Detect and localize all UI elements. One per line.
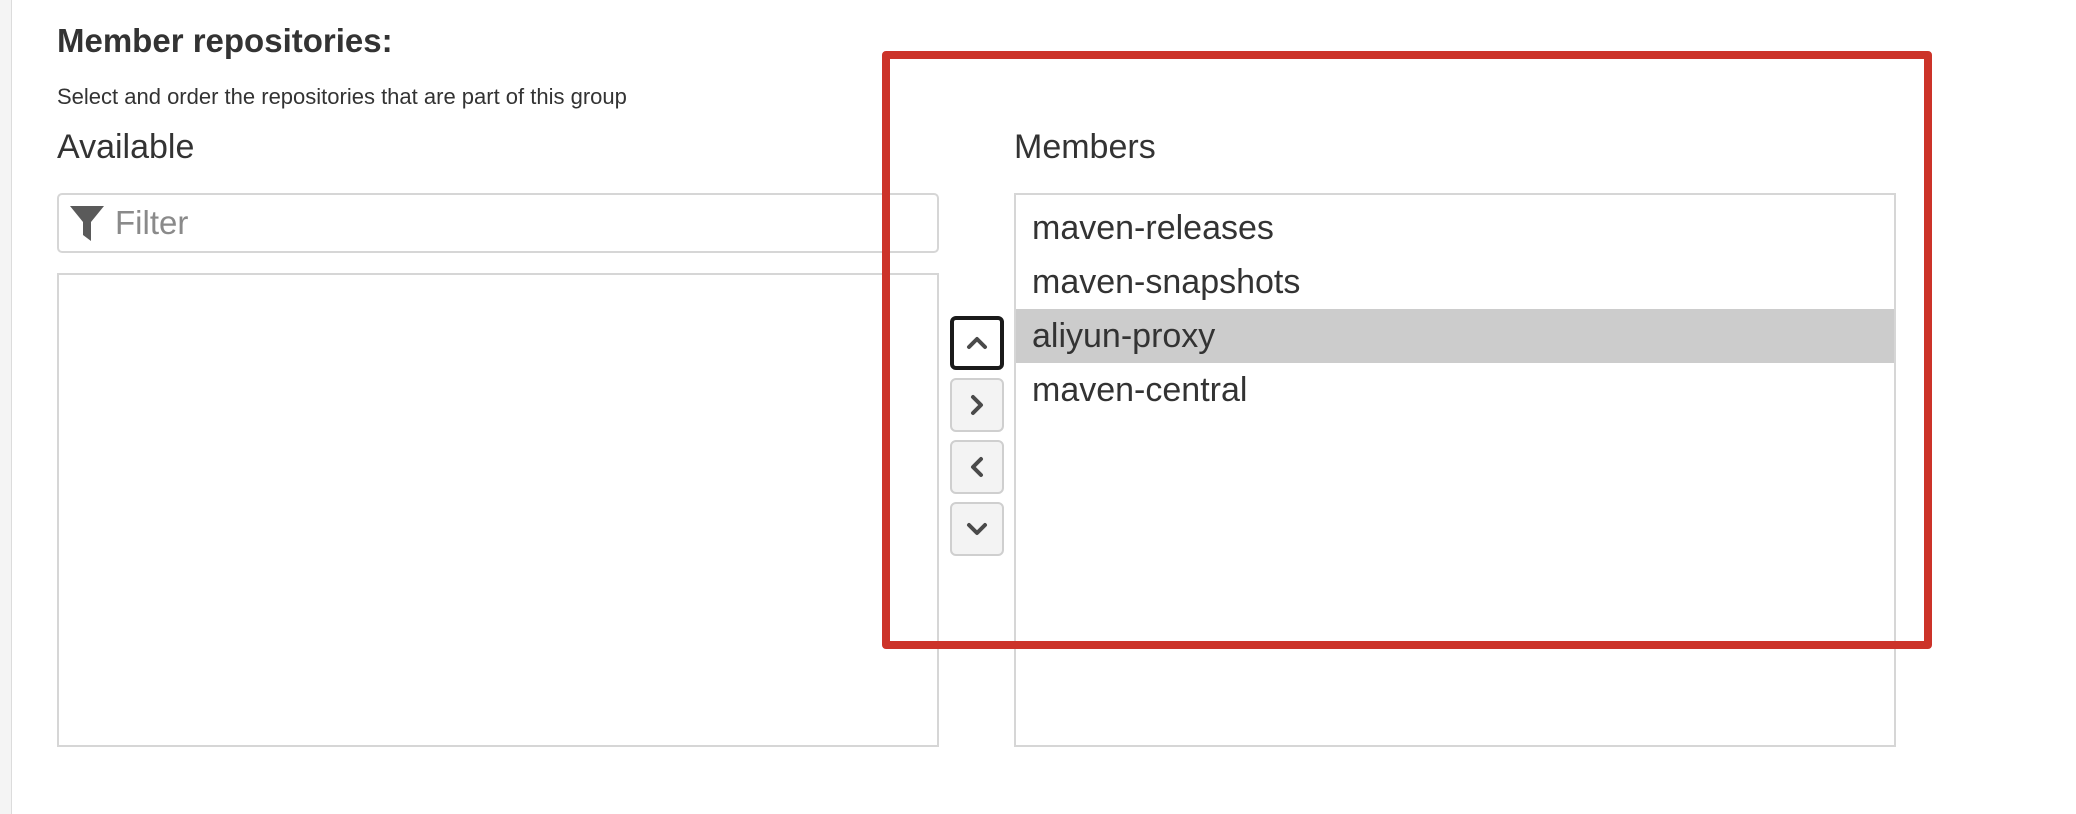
filter-field[interactable] [57,193,939,253]
member-item-selected[interactable]: aliyun-proxy [1016,309,1894,363]
section-help-text: Select and order the repositories that a… [57,84,627,109]
move-buttons-group [950,316,1004,564]
chevron-up-icon [967,337,987,349]
members-heading: Members [1014,128,1156,166]
chevron-right-icon [971,395,983,415]
available-list[interactable] [57,273,939,747]
member-item[interactable]: maven-snapshots [1016,255,1894,309]
add-to-members-button[interactable] [950,378,1004,432]
chevron-down-icon [967,523,987,535]
remove-from-members-button[interactable] [950,440,1004,494]
member-repositories-panel: Member repositories: Select and order th… [0,0,2076,814]
filter-input[interactable] [115,201,915,245]
members-list[interactable]: maven-releases maven-snapshots aliyun-pr… [1014,193,1896,747]
move-down-button[interactable] [950,502,1004,556]
available-heading: Available [57,128,195,166]
left-divider [0,0,12,814]
member-item[interactable]: maven-releases [1016,201,1894,255]
move-up-button[interactable] [950,316,1004,370]
member-item[interactable]: maven-central [1016,363,1894,417]
section-title: Member repositories: [57,22,393,59]
chevron-left-icon [971,457,983,477]
filter-icon [69,205,105,243]
